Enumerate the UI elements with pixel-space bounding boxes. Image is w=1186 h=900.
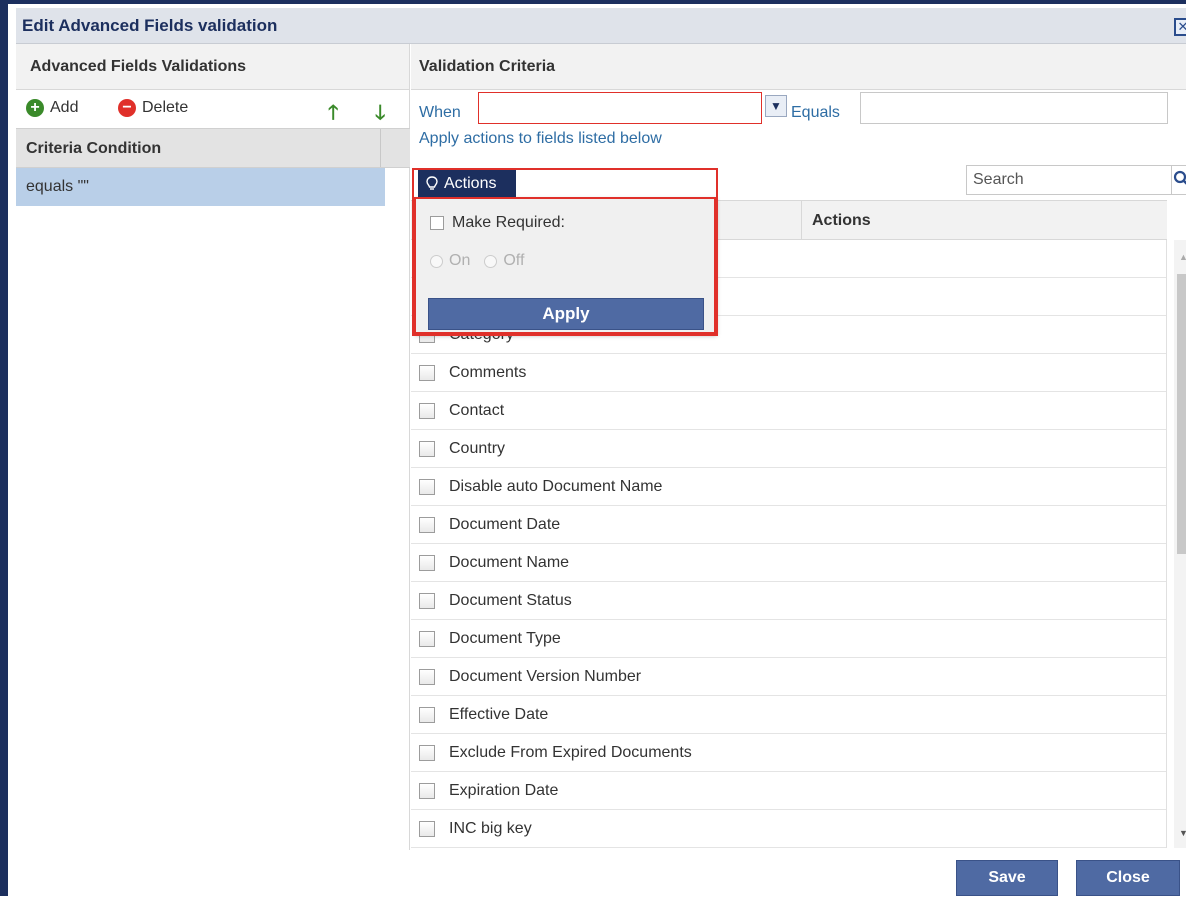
actions-popup: Make Required: On Off Apply	[414, 197, 716, 334]
search-button[interactable]	[1172, 165, 1186, 195]
row-checkbox[interactable]	[419, 783, 435, 799]
field-name: Expiration Date	[449, 782, 558, 800]
apply-actions-instruction: Apply actions to fields listed below	[419, 130, 662, 148]
field-name: Effective Date	[449, 706, 548, 724]
edit-validation-dialog: Edit Advanced Fields validation ✕ Advanc…	[0, 0, 1186, 896]
validations-toolbar: + Add − Delete 🡑 🡓	[16, 90, 409, 128]
table-row[interactable]: Exclude From Expired Documents	[411, 734, 1167, 772]
row-checkbox[interactable]	[419, 745, 435, 761]
apply-button[interactable]: Apply	[428, 298, 704, 330]
search-icon	[1172, 166, 1186, 192]
table-row[interactable]: Document Type	[411, 620, 1167, 658]
close-icon[interactable]: ✕	[1174, 18, 1186, 36]
add-label: Add	[50, 99, 78, 117]
criteria-condition-header: Criteria Condition	[16, 128, 410, 168]
validations-panel: Advanced Fields Validations + Add − Dele…	[16, 44, 410, 850]
field-name: Document Status	[449, 592, 572, 610]
field-name: Country	[449, 440, 505, 458]
field-name: Document Version Number	[449, 668, 641, 686]
table-row[interactable]: INC big key	[411, 810, 1167, 848]
on-radio[interactable]	[430, 255, 443, 268]
criteria-row[interactable]: equals ""	[16, 168, 385, 206]
make-required-option[interactable]: Make Required:	[430, 214, 565, 232]
when-field-select[interactable]	[478, 92, 762, 124]
lightbulb-icon	[426, 176, 438, 192]
table-row[interactable]: Country	[411, 430, 1167, 468]
when-label: When	[419, 104, 461, 122]
on-off-radio-group: On Off	[430, 252, 524, 270]
dialog-title: Edit Advanced Fields validation	[22, 16, 277, 36]
field-name: Contact	[449, 402, 504, 420]
row-checkbox[interactable]	[419, 631, 435, 647]
row-checkbox[interactable]	[419, 517, 435, 533]
delete-label: Delete	[142, 99, 188, 117]
table-row[interactable]: Expiration Date	[411, 772, 1167, 810]
dialog-titlebar: Edit Advanced Fields validation ✕	[16, 8, 1186, 44]
table-row[interactable]: Document Status	[411, 582, 1167, 620]
row-checkbox[interactable]	[419, 441, 435, 457]
field-name: Document Date	[449, 516, 560, 534]
actions-column-header: Actions	[812, 212, 871, 230]
field-name: Disable auto Document Name	[449, 478, 662, 496]
close-button[interactable]: Close	[1076, 860, 1180, 896]
table-row[interactable]: Disable auto Document Name	[411, 468, 1167, 506]
make-required-label: Make Required:	[452, 214, 565, 232]
off-label: Off	[503, 252, 524, 270]
table-row[interactable]: Document Name	[411, 544, 1167, 582]
scroll-down-icon[interactable]: ▼	[1179, 828, 1186, 838]
field-name: Document Name	[449, 554, 569, 572]
row-checkbox[interactable]	[419, 707, 435, 723]
table-row[interactable]: Contact	[411, 392, 1167, 430]
move-up-arrow-icon[interactable]: 🡑	[328, 98, 338, 132]
table-row[interactable]: Document Date	[411, 506, 1167, 544]
row-checkbox[interactable]	[419, 821, 435, 837]
field-name: Document Type	[449, 630, 561, 648]
column-divider	[801, 201, 802, 239]
search-input[interactable]: Search	[966, 165, 1172, 195]
actions-menu-button[interactable]: Actions	[418, 170, 516, 197]
criteria-condition-label: Criteria Condition	[26, 140, 161, 158]
validation-criteria-panel: Validation Criteria When ▼ Equals Apply …	[411, 44, 1186, 850]
row-checkbox[interactable]	[419, 555, 435, 571]
field-name: Comments	[449, 364, 526, 382]
dialog-footer: Save Close	[16, 850, 1186, 900]
field-name: INC big key	[449, 820, 532, 838]
field-name: Exclude From Expired Documents	[449, 744, 692, 762]
validations-panel-header: Advanced Fields Validations	[16, 44, 409, 90]
row-checkbox[interactable]	[419, 403, 435, 419]
make-required-checkbox[interactable]	[430, 216, 444, 230]
actions-menu-label: Actions	[444, 175, 496, 193]
equals-value-input[interactable]	[860, 92, 1168, 124]
minus-circle-icon: −	[118, 99, 136, 117]
move-down-arrow-icon[interactable]: 🡓	[375, 98, 385, 132]
equals-label: Equals	[791, 104, 840, 122]
on-label: On	[449, 252, 470, 270]
when-row: When ▼ Equals	[411, 92, 1186, 126]
scrollbar-thumb[interactable]	[1177, 274, 1186, 554]
off-radio[interactable]	[484, 255, 497, 268]
table-row[interactable]: Comments	[411, 354, 1167, 392]
row-checkbox[interactable]	[419, 593, 435, 609]
row-checkbox[interactable]	[419, 365, 435, 381]
table-row[interactable]: Document Version Number	[411, 658, 1167, 696]
save-button[interactable]: Save	[956, 860, 1058, 896]
chevron-down-icon[interactable]: ▼	[765, 95, 787, 117]
delete-button[interactable]: − Delete	[118, 99, 188, 117]
row-checkbox[interactable]	[419, 669, 435, 685]
row-checkbox[interactable]	[419, 479, 435, 495]
table-row[interactable]: Effective Date	[411, 696, 1167, 734]
add-button[interactable]: + Add	[26, 99, 78, 117]
validation-criteria-header: Validation Criteria	[411, 44, 1186, 90]
plus-circle-icon: +	[26, 99, 44, 117]
column-divider	[380, 129, 381, 167]
scroll-up-icon[interactable]: ▲	[1179, 252, 1186, 262]
grid-scrollbar[interactable]: ▲ ▼	[1174, 240, 1186, 848]
